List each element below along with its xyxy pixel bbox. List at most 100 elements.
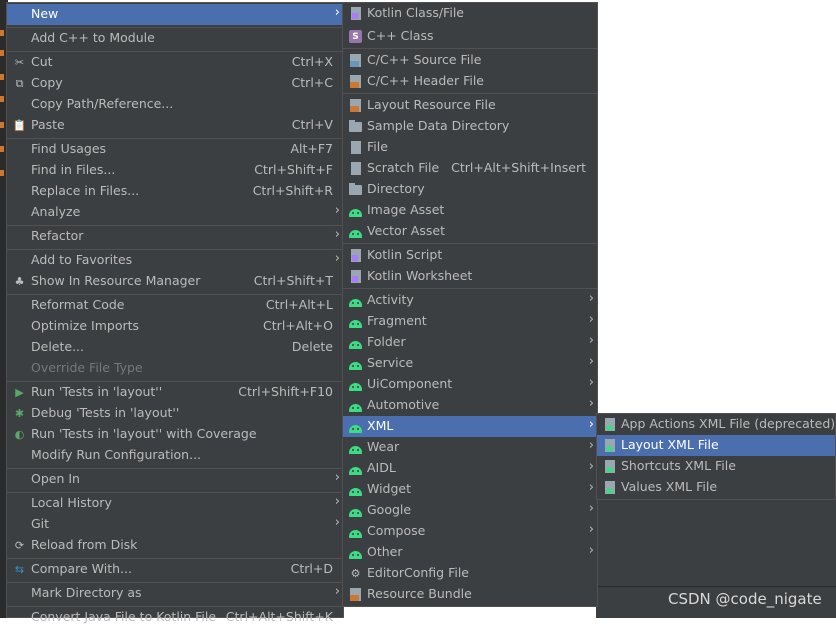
android-icon bbox=[348, 440, 363, 455]
menu-item-open-in[interactable]: Open In › bbox=[7, 469, 343, 490]
menu-item-debug-tests[interactable]: ✱ Debug 'Tests in 'layout'' bbox=[7, 403, 343, 424]
menu-item-git[interactable]: Git › bbox=[7, 514, 343, 535]
submenu-arrow-icon: › bbox=[588, 543, 594, 558]
new-item-sample-data-directory[interactable]: Sample Data Directory bbox=[343, 116, 597, 137]
new-item-vector-asset[interactable]: Vector Asset bbox=[343, 221, 597, 242]
menu-item-override-file-type: Override File Type bbox=[31, 360, 143, 375]
new-item-widget[interactable]: Widget › bbox=[343, 479, 597, 500]
submenu-arrow-icon: › bbox=[334, 584, 340, 599]
submenu-arrow-icon: › bbox=[588, 333, 594, 348]
new-item-aidl[interactable]: AIDL › bbox=[343, 458, 597, 479]
new-item-automotive[interactable]: Automotive › bbox=[343, 395, 597, 416]
cpp-class-icon: S bbox=[348, 29, 363, 44]
new-item-kotlin-class[interactable]: Kotlin Class/File bbox=[343, 3, 597, 24]
android-file-icon bbox=[602, 417, 617, 432]
scratch-file-icon bbox=[348, 161, 363, 176]
gutter-marker bbox=[0, 30, 4, 36]
submenu-arrow-icon: › bbox=[588, 438, 594, 453]
submenu-arrow-icon: › bbox=[588, 417, 594, 432]
submenu-arrow-icon: › bbox=[588, 459, 594, 474]
menu-item-refactor[interactable]: Refactor › bbox=[7, 226, 343, 247]
menu-item-run-tests[interactable]: ▶ Run 'Tests in 'layout'' Ctrl+Shift+F10 bbox=[7, 382, 343, 403]
new-item-service[interactable]: Service › bbox=[343, 353, 597, 374]
new-item-layout-resource[interactable]: Layout Resource File bbox=[343, 95, 597, 116]
menu-item-modify-run-config[interactable]: Modify Run Configuration... bbox=[7, 445, 343, 466]
android-icon bbox=[348, 203, 363, 218]
menu-item-show-in-resource-manager[interactable]: ♣ Show In Resource Manager Ctrl+Shift+T bbox=[7, 271, 343, 292]
xml-item-shortcuts-xml[interactable]: Shortcuts XML File bbox=[597, 456, 835, 477]
android-file-icon bbox=[602, 480, 617, 495]
submenu-arrow-icon: › bbox=[334, 227, 340, 242]
new-item-kotlin-worksheet[interactable]: Kotlin Worksheet bbox=[343, 266, 597, 287]
new-item-cpp-class[interactable]: S C++ Class bbox=[343, 26, 597, 47]
gutter-marker bbox=[0, 146, 4, 152]
compare-icon: ⇆ bbox=[14, 563, 25, 576]
menu-item-run-with-coverage[interactable]: ◐ Run 'Tests in 'layout'' with Coverage bbox=[7, 424, 343, 445]
menu-item-copy-path[interactable]: Copy Path/Reference... bbox=[7, 94, 343, 115]
new-item-uicomponent[interactable]: UiComponent › bbox=[343, 374, 597, 395]
new-item-fragment[interactable]: Fragment › bbox=[343, 311, 597, 332]
menu-item-reload-from-disk[interactable]: ⟳ Reload from Disk bbox=[7, 535, 343, 556]
folder-icon bbox=[348, 119, 363, 134]
new-item-c-source[interactable]: C/C++ Source File bbox=[343, 50, 597, 71]
cut-icon: ✂ bbox=[14, 56, 25, 69]
new-item-wear[interactable]: Wear › bbox=[343, 437, 597, 458]
menu-item-cut[interactable]: ✂ Cut Ctrl+X bbox=[7, 52, 343, 73]
menu-item-reformat-code[interactable]: Reformat Code Ctrl+Alt+L bbox=[7, 295, 343, 316]
menu-item-new[interactable]: New › bbox=[7, 4, 343, 25]
android-icon bbox=[348, 335, 363, 350]
new-item-other[interactable]: Other › bbox=[343, 542, 597, 563]
new-item-c-header[interactable]: C/C++ Header File bbox=[343, 71, 597, 92]
submenu-arrow-icon: › bbox=[334, 203, 340, 218]
kotlin-worksheet-icon bbox=[348, 269, 363, 284]
menu-item-paste[interactable]: 📋 Paste Ctrl+V bbox=[7, 115, 343, 136]
android-file-icon bbox=[602, 459, 617, 474]
menu-item-replace-in-files[interactable]: Replace in Files... Ctrl+Shift+R bbox=[7, 181, 343, 202]
android-icon bbox=[348, 524, 363, 539]
android-icon bbox=[348, 545, 363, 560]
xml-submenu: App Actions XML File (deprecated) Layout… bbox=[596, 413, 836, 500]
menu-item-delete[interactable]: Delete... Delete bbox=[7, 337, 343, 358]
new-item-compose[interactable]: Compose › bbox=[343, 521, 597, 542]
xml-item-app-actions[interactable]: App Actions XML File (deprecated) bbox=[597, 414, 835, 435]
submenu-arrow-icon: › bbox=[588, 501, 594, 516]
menu-item-mark-directory-as[interactable]: Mark Directory as › bbox=[7, 583, 343, 604]
kotlin-script-icon bbox=[348, 248, 363, 263]
new-item-directory[interactable]: Directory bbox=[343, 179, 597, 200]
gutter-marker bbox=[0, 74, 4, 80]
menu-item-local-history[interactable]: Local History › bbox=[7, 493, 343, 514]
new-item-google[interactable]: Google › bbox=[343, 500, 597, 521]
menu-item-find-usages[interactable]: Find Usages Alt+F7 bbox=[7, 139, 343, 160]
menu-item-optimize-imports[interactable]: Optimize Imports Ctrl+Alt+O bbox=[7, 316, 343, 337]
new-item-scratch-file[interactable]: Scratch File Ctrl+Alt+Shift+Insert bbox=[343, 158, 597, 179]
android-icon bbox=[348, 224, 363, 239]
xml-item-layout-xml[interactable]: Layout XML File bbox=[597, 435, 835, 456]
watermark: CSDN @code_nigate bbox=[668, 590, 822, 608]
menu-item-analyze[interactable]: Analyze › bbox=[7, 202, 343, 223]
menu-item-find-in-files[interactable]: Find in Files... Ctrl+Shift+F bbox=[7, 160, 343, 181]
layout-resource-icon bbox=[348, 98, 363, 113]
menu-item-add-cpp[interactable]: Add C++ to Module bbox=[7, 28, 343, 49]
new-item-kotlin-script[interactable]: Kotlin Script bbox=[343, 245, 597, 266]
new-item-resource-bundle[interactable]: Resource Bundle bbox=[343, 584, 597, 605]
new-item-folder[interactable]: Folder › bbox=[343, 332, 597, 353]
menu-item-copy[interactable]: ⧉ Copy Ctrl+C bbox=[7, 73, 343, 94]
coverage-icon: ◐ bbox=[14, 428, 25, 441]
submenu-arrow-icon: › bbox=[588, 396, 594, 411]
menu-item-add-to-favorites[interactable]: Add to Favorites › bbox=[7, 250, 343, 271]
submenu-arrow-icon: › bbox=[334, 5, 340, 20]
folder-icon bbox=[348, 182, 363, 197]
android-icon bbox=[348, 293, 363, 308]
menu-item-compare-with[interactable]: ⇆ Compare With... Ctrl+D bbox=[7, 559, 343, 580]
new-item-image-asset[interactable]: Image Asset bbox=[343, 200, 597, 221]
gutter-marker bbox=[0, 170, 4, 176]
new-item-file[interactable]: File bbox=[343, 137, 597, 158]
new-item-xml[interactable]: XML › bbox=[343, 416, 597, 437]
reload-icon: ⟳ bbox=[14, 539, 25, 552]
gutter-marker bbox=[0, 96, 4, 102]
submenu-arrow-icon: › bbox=[334, 494, 340, 509]
submenu-arrow-icon: › bbox=[588, 522, 594, 537]
new-item-activity[interactable]: Activity › bbox=[343, 290, 597, 311]
xml-item-values-xml[interactable]: Values XML File bbox=[597, 477, 835, 498]
new-item-editorconfig[interactable]: ⚙ EditorConfig File bbox=[343, 563, 597, 584]
